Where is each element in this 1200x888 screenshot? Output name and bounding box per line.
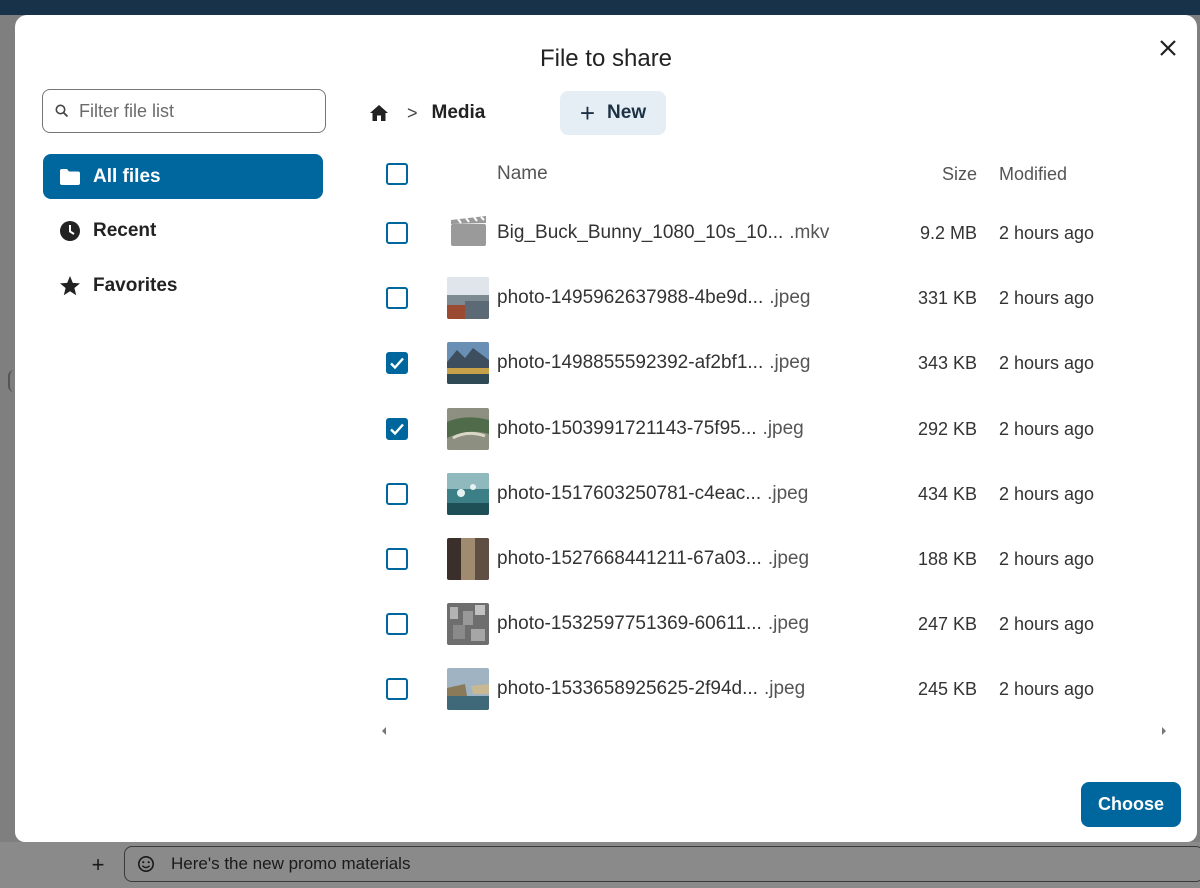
search-icon	[55, 104, 69, 118]
file-extension: .jpeg	[767, 613, 810, 634]
file-modified: 2 hours ago	[999, 548, 1095, 569]
file-size: 188 KB	[917, 548, 977, 569]
home-icon[interactable]	[367, 101, 391, 125]
file-size: 245 KB	[917, 678, 977, 699]
table-row[interactable]: Big_Buck_Bunny_1080_10s_10... .mkv 9.2 MB…	[370, 204, 1150, 262]
choose-button[interactable]: Choose	[1081, 782, 1181, 827]
close-button[interactable]	[1153, 33, 1183, 63]
row-checkbox[interactable]	[386, 483, 408, 505]
file-name: photo-1532597751369-60611...	[497, 613, 762, 634]
image-thumbnail	[447, 603, 489, 645]
table-row[interactable]: photo-1503991721143-75f95... .jpeg 292 KB…	[370, 400, 1150, 458]
nav-all-files[interactable]: All files	[43, 154, 323, 199]
row-checkbox[interactable]	[386, 352, 408, 374]
file-size: 247 KB	[917, 613, 977, 634]
row-checkbox[interactable]	[386, 418, 408, 440]
file-modified: 2 hours ago	[999, 287, 1095, 308]
filter-field[interactable]	[42, 89, 326, 133]
breadcrumb-media[interactable]: Media	[432, 102, 486, 124]
file-modified: 2 hours ago	[999, 613, 1095, 634]
nav-favorites[interactable]: Favorites	[43, 263, 323, 308]
scroll-left-arrow[interactable]	[382, 727, 386, 735]
folder-icon	[59, 166, 81, 188]
file-name: Big_Buck_Bunny_1080_10s_10...	[497, 222, 784, 243]
emoji-icon[interactable]	[137, 855, 155, 873]
breadcrumb-separator: >	[407, 102, 418, 123]
nav-recent[interactable]: Recent	[43, 208, 323, 253]
file-modified: 2 hours ago	[999, 352, 1095, 373]
row-checkbox[interactable]	[386, 678, 408, 700]
image-thumbnail	[447, 342, 489, 384]
file-size: 292 KB	[917, 418, 977, 439]
file-name: photo-1503991721143-75f95...	[497, 418, 757, 439]
file-modified: 2 hours ago	[999, 418, 1095, 439]
file-modified: 2 hours ago	[999, 483, 1095, 504]
new-button-label: New	[607, 102, 647, 123]
row-checkbox[interactable]	[386, 548, 408, 570]
message-input-text: Here's the new promo materials	[171, 854, 411, 873]
select-all-checkbox[interactable]	[386, 163, 408, 185]
file-size: 9.2 MB	[919, 222, 977, 243]
file-extension: .jpeg	[762, 418, 804, 439]
check-icon	[390, 423, 404, 436]
star-icon	[59, 275, 81, 297]
file-modified: 2 hours ago	[999, 678, 1095, 699]
video-icon	[447, 212, 489, 254]
file-size: 343 KB	[917, 352, 977, 373]
image-thumbnail	[447, 408, 489, 450]
file-extension: .jpeg	[767, 548, 810, 569]
file-modified: 2 hours ago	[999, 222, 1095, 243]
app-header	[0, 0, 1200, 15]
table-header: Name Size Modified	[370, 145, 1150, 203]
composer-add-button[interactable]: +	[88, 852, 108, 878]
file-extension: .jpeg	[769, 287, 811, 308]
table-row[interactable]: photo-1495962637988-4be9d... .jpeg 331 KB…	[370, 269, 1150, 327]
file-name: photo-1533658925625-2f94d...	[497, 678, 758, 699]
table-row[interactable]: photo-1532597751369-60611... .jpeg 247 KB…	[370, 595, 1150, 653]
table-row[interactable]: photo-1498855592392-af2bf1... .jpeg 343 K…	[370, 334, 1150, 392]
background-edge	[8, 370, 14, 392]
file-picker-dialog: File to share All files Recent Favorites	[15, 15, 1197, 842]
file-extension: .jpeg	[767, 483, 809, 504]
file-name: photo-1498855592392-af2bf1...	[497, 352, 764, 373]
column-size[interactable]: Size	[860, 145, 977, 203]
image-thumbnail	[447, 668, 489, 710]
nav-recent-label: Recent	[93, 219, 157, 241]
plus-icon: +	[579, 98, 596, 128]
table-row[interactable]: photo-1527668441211-67a03... .jpeg 188 KB…	[370, 530, 1150, 588]
table-row[interactable]: photo-1533658925625-2f94d... .jpeg 245 KB…	[370, 660, 1150, 718]
filter-input[interactable]	[79, 100, 309, 122]
file-size: 434 KB	[917, 483, 977, 504]
close-icon	[1160, 40, 1176, 56]
image-thumbnail	[447, 277, 489, 319]
file-size: 331 KB	[917, 287, 977, 308]
new-button[interactable]: + New	[560, 91, 666, 135]
table-row[interactable]: photo-1517603250781-c4eac... .jpeg 434 KB…	[370, 465, 1150, 523]
check-icon	[390, 357, 404, 370]
file-name: photo-1495962637988-4be9d...	[497, 287, 764, 308]
file-name: photo-1527668441211-67a03...	[497, 548, 762, 569]
row-checkbox[interactable]	[386, 222, 408, 244]
dialog-title: File to share	[539, 45, 673, 72]
image-thumbnail	[447, 473, 489, 515]
nav-all-files-label: All files	[93, 165, 161, 187]
clock-icon	[59, 220, 81, 242]
message-input[interactable]: Here's the new promo materials	[124, 846, 1200, 882]
file-name: photo-1517603250781-c4eac...	[497, 483, 762, 504]
column-name[interactable]: Name	[497, 145, 548, 203]
file-extension: .jpeg	[763, 678, 806, 699]
file-extension: .mkv	[789, 222, 830, 243]
breadcrumb: > Media	[367, 91, 485, 135]
scroll-right-arrow[interactable]	[1162, 727, 1166, 735]
nav-favorites-label: Favorites	[93, 274, 178, 296]
row-checkbox[interactable]	[386, 613, 408, 635]
column-modified[interactable]: Modified	[999, 145, 1067, 203]
row-checkbox[interactable]	[386, 287, 408, 309]
image-thumbnail	[447, 538, 489, 580]
file-extension: .jpeg	[769, 352, 811, 373]
